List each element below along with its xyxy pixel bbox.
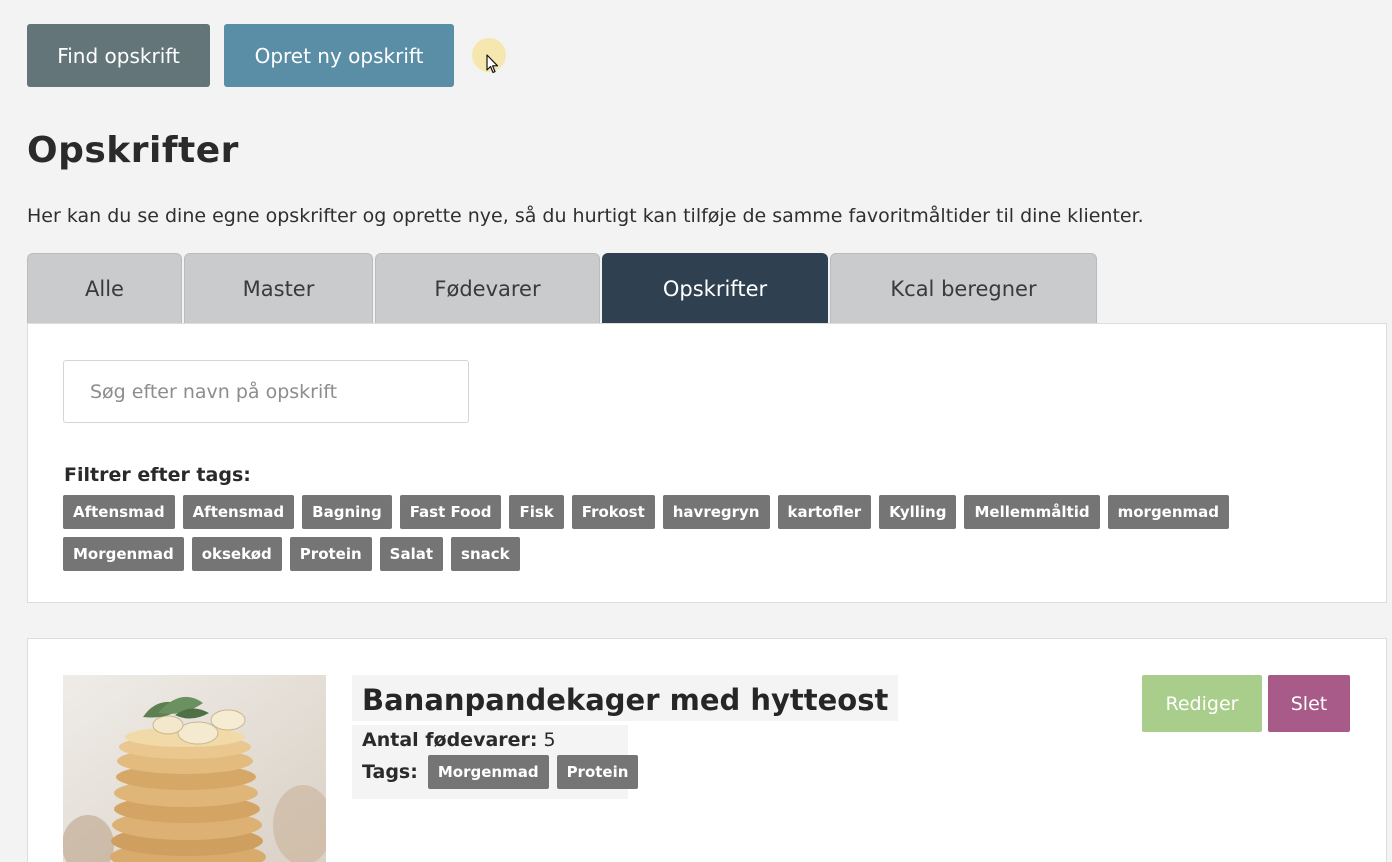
tag-filter-aftensmad-2[interactable]: Aftensmad — [182, 495, 295, 529]
tag-filter-morgenmad-2[interactable]: Morgenmad — [63, 537, 184, 571]
tag-filter-havregryn[interactable]: havregryn — [662, 495, 770, 529]
recipe-card: Bananpandekager med hytteost Antal fødev… — [27, 638, 1387, 862]
recipe-meta: Antal fødevarer: 5 Tags: Morgenmad Prote… — [352, 725, 639, 799]
tag-filter-oksekod[interactable]: oksekød — [191, 537, 282, 571]
ingredients-row: Antal fødevarer: 5 — [362, 729, 618, 751]
tag-filter-aftensmad[interactable]: Aftensmad — [63, 495, 175, 529]
mouse-cursor-icon — [472, 38, 508, 74]
find-recipe-button[interactable]: Find opskrift — [27, 24, 210, 87]
tab-master[interactable]: Master — [184, 253, 373, 324]
recipe-title[interactable]: Bananpandekager med hytteost — [352, 675, 899, 721]
recipe-tags-row: Tags: Morgenmad Protein — [362, 755, 639, 789]
create-recipe-button[interactable]: Opret ny opskrift — [224, 24, 454, 87]
page-description: Her kan du se dine egne opskrifter og op… — [27, 205, 1144, 227]
ingredients-count: 5 — [543, 729, 556, 751]
delete-recipe-button[interactable]: Slet — [1268, 675, 1350, 732]
recipe-tag-protein[interactable]: Protein — [556, 755, 639, 789]
tab-kcal-beregner[interactable]: Kcal beregner — [830, 253, 1097, 324]
page-title: Opskrifter — [27, 130, 239, 171]
category-tabs: Alle Master Fødevarer Opskrifter Kcal be… — [27, 253, 1097, 324]
tags-filter-label: Filtrer efter tags: — [64, 464, 251, 486]
tag-filter-protein[interactable]: Protein — [289, 537, 372, 571]
tag-filter-salat[interactable]: Salat — [379, 537, 444, 571]
tab-fodevarer[interactable]: Fødevarer — [375, 253, 600, 324]
recipe-tag-morgenmad[interactable]: Morgenmad — [427, 755, 549, 789]
tag-filter-frokost[interactable]: Frokost — [571, 495, 655, 529]
tag-filter-mellemmaaltid[interactable]: Mellemmåltid — [964, 495, 1100, 529]
tag-filter-fast-food[interactable]: Fast Food — [399, 495, 502, 529]
ingredients-label: Antal fødevarer: — [362, 729, 538, 751]
tab-opskrifter[interactable]: Opskrifter — [602, 253, 828, 324]
top-toolbar: Find opskrift Opret ny opskrift — [27, 24, 454, 87]
recipe-info: Bananpandekager med hytteost Antal fødev… — [352, 675, 899, 799]
tag-filter-bagning[interactable]: Bagning — [302, 495, 392, 529]
tag-filter-morgenmad[interactable]: morgenmad — [1107, 495, 1230, 529]
tab-alle[interactable]: Alle — [27, 253, 182, 324]
filter-panel: Filtrer efter tags: Aftensmad Aftensmad … — [27, 323, 1387, 603]
edit-recipe-button[interactable]: Rediger — [1142, 675, 1262, 732]
recipe-search-input[interactable] — [63, 360, 469, 423]
tag-filter-list: Aftensmad Aftensmad Bagning Fast Food Fi… — [63, 495, 1343, 571]
recipe-image[interactable] — [63, 675, 326, 862]
tag-filter-kylling[interactable]: Kylling — [879, 495, 957, 529]
tag-filter-kartofler[interactable]: kartofler — [777, 495, 872, 529]
tag-filter-fisk[interactable]: Fisk — [509, 495, 564, 529]
recipe-tags-label: Tags: — [362, 761, 418, 783]
tag-filter-snack[interactable]: snack — [451, 537, 520, 571]
